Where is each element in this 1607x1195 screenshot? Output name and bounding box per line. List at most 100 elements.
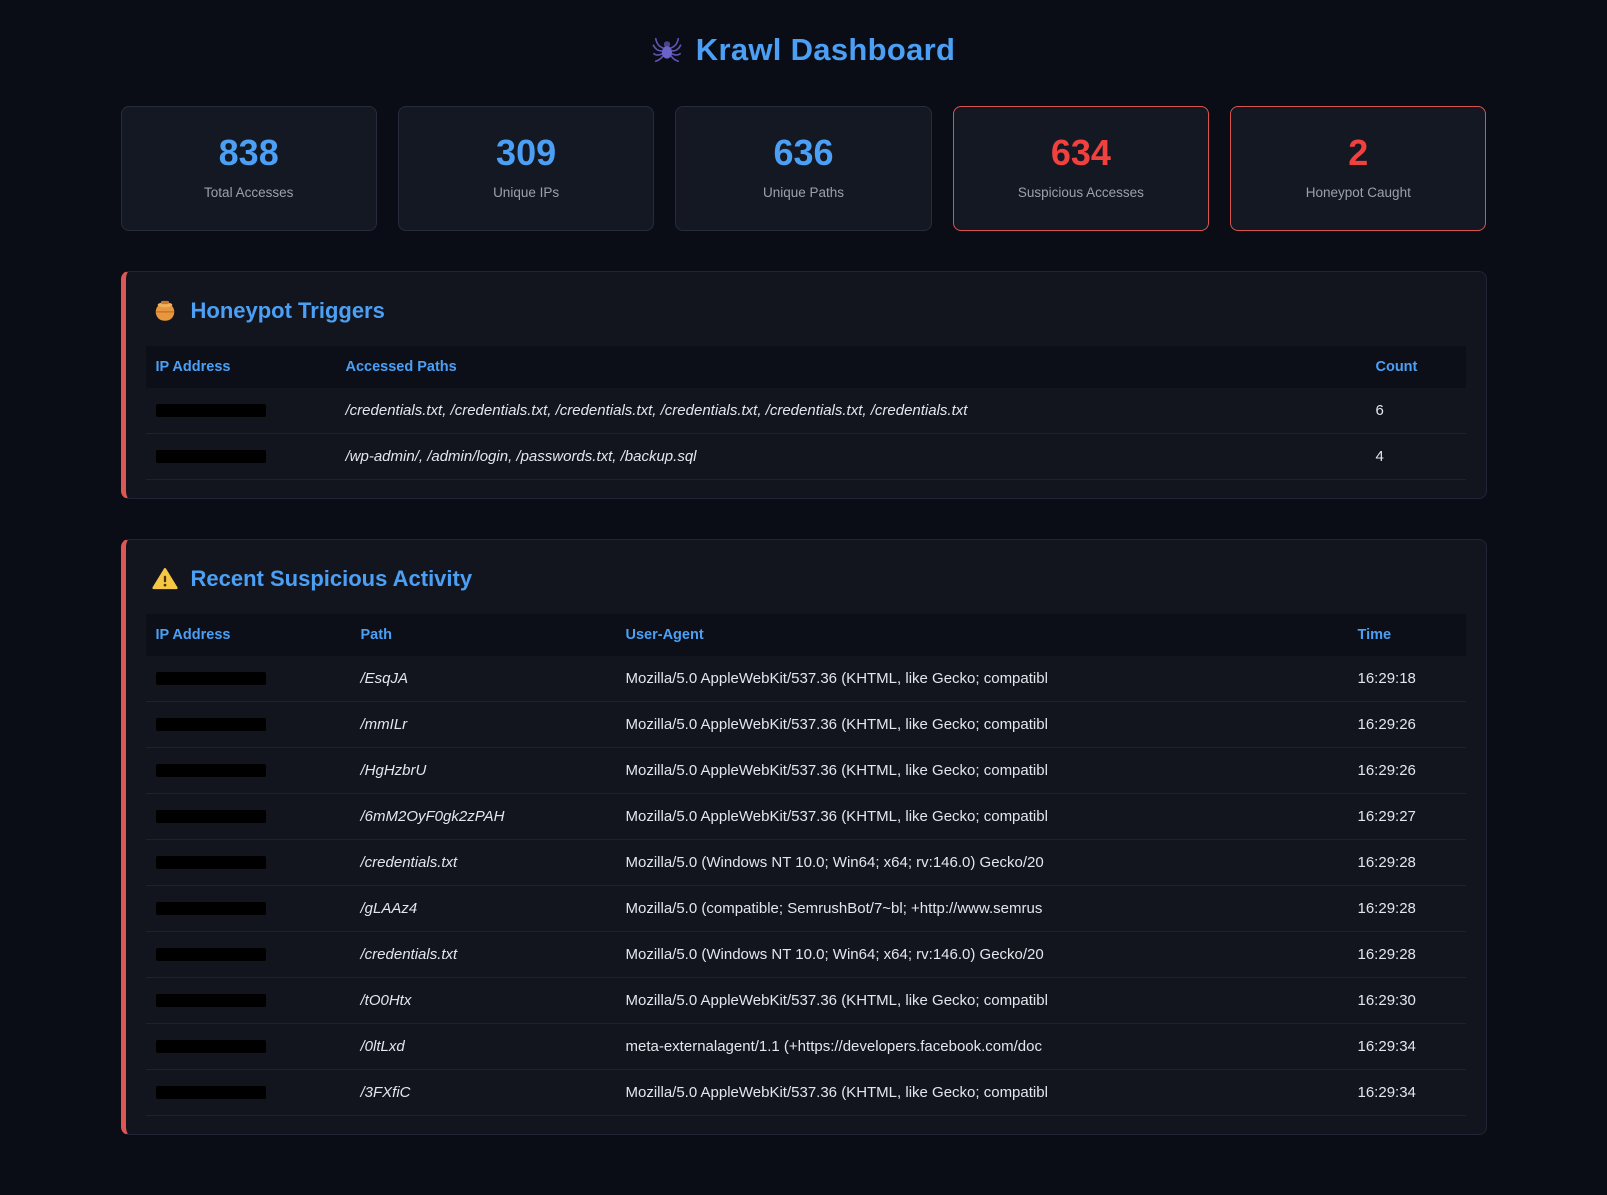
column-header-count: Count — [1366, 346, 1466, 388]
stat-card: 309 Unique IPs — [398, 106, 654, 231]
stat-card: 838 Total Accesses — [121, 106, 377, 231]
user-agent-cell: Mozilla/5.0 (compatible; SemrushBot/7~bl… — [616, 885, 1348, 931]
redacted-ip-bar — [156, 450, 266, 463]
redacted-ip-bar — [156, 994, 266, 1007]
honeypot-table-head: IP Address Accessed Paths Count — [146, 346, 1466, 388]
time-cell: 16:29:27 — [1348, 793, 1466, 839]
user-agent-cell: Mozilla/5.0 AppleWebKit/537.36 (KHTML, l… — [616, 656, 1348, 702]
redacted-ip-bar — [156, 404, 266, 417]
header-row: IP Address Accessed Paths Count — [146, 346, 1466, 388]
ip-cell — [146, 388, 336, 434]
path-cell: /gLAAz4 — [351, 885, 616, 931]
user-agent-cell: Mozilla/5.0 AppleWebKit/537.36 (KHTML, l… — [616, 1069, 1348, 1115]
honeypot-panel-title: Honeypot Triggers — [191, 298, 385, 324]
user-agent-cell: Mozilla/5.0 AppleWebKit/537.36 (KHTML, l… — [616, 747, 1348, 793]
stat-value: 838 — [132, 133, 366, 173]
ip-cell — [146, 656, 351, 702]
header-row: IP Address Path User-Agent Time — [146, 614, 1466, 656]
time-cell: 16:29:28 — [1348, 885, 1466, 931]
suspicious-panel-title: Recent Suspicious Activity — [191, 566, 473, 592]
column-header-user-agent: User-Agent — [616, 614, 1348, 656]
suspicious-activity-row: /mmILr Mozilla/5.0 AppleWebKit/537.36 (K… — [146, 701, 1466, 747]
suspicious-activity-row: /tO0Htx Mozilla/5.0 AppleWebKit/537.36 (… — [146, 977, 1466, 1023]
count-cell: 6 — [1366, 388, 1466, 434]
redacted-ip-bar — [156, 764, 266, 777]
honey-pot-icon — [152, 298, 178, 324]
stat-label: Suspicious Accesses — [964, 185, 1198, 200]
ip-cell — [146, 1023, 351, 1069]
ip-cell — [146, 885, 351, 931]
honeypot-row: /wp-admin/, /admin/login, /passwords.txt… — [146, 433, 1466, 479]
time-cell: 16:29:26 — [1348, 747, 1466, 793]
stat-value: 636 — [686, 133, 920, 173]
count-cell: 4 — [1366, 433, 1466, 479]
stat-label: Total Accesses — [132, 185, 366, 200]
time-cell: 16:29:34 — [1348, 1023, 1466, 1069]
dashboard-container: Krawl Dashboard 838 Total Accesses 309 U… — [121, 0, 1487, 1195]
ip-cell — [146, 977, 351, 1023]
suspicious-activity-table: IP Address Path User-Agent Time /EsqJA M… — [146, 614, 1466, 1116]
ip-cell — [146, 793, 351, 839]
path-cell: /tO0Htx — [351, 977, 616, 1023]
time-cell: 16:29:34 — [1348, 1069, 1466, 1115]
time-cell: 16:29:28 — [1348, 839, 1466, 885]
suspicious-panel-header: Recent Suspicious Activity — [152, 566, 1466, 592]
ip-cell — [146, 931, 351, 977]
column-header-paths: Accessed Paths — [336, 346, 1366, 388]
suspicious-activity-panel: Recent Suspicious Activity IP Address Pa… — [121, 539, 1487, 1135]
accessed-paths-cell: /credentials.txt, /credentials.txt, /cre… — [336, 388, 1366, 434]
stat-card: 636 Unique Paths — [675, 106, 931, 231]
ip-cell — [146, 433, 336, 479]
path-cell: /0ltLxd — [351, 1023, 616, 1069]
suspicious-activity-row: /3FXfiC Mozilla/5.0 AppleWebKit/537.36 (… — [146, 1069, 1466, 1115]
path-cell: /credentials.txt — [351, 839, 616, 885]
time-cell: 16:29:30 — [1348, 977, 1466, 1023]
column-header-path: Path — [351, 614, 616, 656]
path-cell: /HgHzbrU — [351, 747, 616, 793]
path-cell: /mmILr — [351, 701, 616, 747]
ip-cell — [146, 747, 351, 793]
redacted-ip-bar — [156, 856, 266, 869]
ip-cell — [146, 1069, 351, 1115]
path-cell: /credentials.txt — [351, 931, 616, 977]
suspicious-activity-row: /EsqJA Mozilla/5.0 AppleWebKit/537.36 (K… — [146, 656, 1466, 702]
time-cell: 16:29:26 — [1348, 701, 1466, 747]
ip-cell — [146, 701, 351, 747]
stat-label: Honeypot Caught — [1241, 185, 1475, 200]
honeypot-panel-header: Honeypot Triggers — [152, 298, 1466, 324]
stat-card: 634 Suspicious Accesses — [953, 106, 1209, 231]
redacted-ip-bar — [156, 948, 266, 961]
honeypot-row: /credentials.txt, /credentials.txt, /cre… — [146, 388, 1466, 434]
suspicious-activity-row: /0ltLxd meta-externalagent/1.1 (+https:/… — [146, 1023, 1466, 1069]
stat-label: Unique Paths — [686, 185, 920, 200]
user-agent-cell: Mozilla/5.0 AppleWebKit/537.36 (KHTML, l… — [616, 701, 1348, 747]
honeypot-table-body: /credentials.txt, /credentials.txt, /cre… — [146, 388, 1466, 480]
warning-icon — [152, 566, 178, 592]
header: Krawl Dashboard — [121, 32, 1487, 68]
ip-cell — [146, 839, 351, 885]
stat-value: 634 — [964, 133, 1198, 173]
suspicious-activity-row: /credentials.txt Mozilla/5.0 (Windows NT… — [146, 839, 1466, 885]
suspicious-activity-row: /credentials.txt Mozilla/5.0 (Windows NT… — [146, 931, 1466, 977]
honeypot-panel: Honeypot Triggers IP Address Accessed Pa… — [121, 271, 1487, 499]
redacted-ip-bar — [156, 902, 266, 915]
page-title: Krawl Dashboard — [696, 32, 955, 68]
suspicious-activity-row: /HgHzbrU Mozilla/5.0 AppleWebKit/537.36 … — [146, 747, 1466, 793]
stat-label: Unique IPs — [409, 185, 643, 200]
stat-value: 309 — [409, 133, 643, 173]
redacted-ip-bar — [156, 718, 266, 731]
redacted-ip-bar — [156, 810, 266, 823]
user-agent-cell: Mozilla/5.0 (Windows NT 10.0; Win64; x64… — [616, 931, 1348, 977]
suspicious-table-body: /EsqJA Mozilla/5.0 AppleWebKit/537.36 (K… — [146, 656, 1466, 1116]
redacted-ip-bar — [156, 672, 266, 685]
stat-card: 2 Honeypot Caught — [1230, 106, 1486, 231]
accessed-paths-cell: /wp-admin/, /admin/login, /passwords.txt… — [336, 433, 1366, 479]
spider-icon — [652, 35, 682, 65]
suspicious-table-head: IP Address Path User-Agent Time — [146, 614, 1466, 656]
path-cell: /EsqJA — [351, 656, 616, 702]
suspicious-activity-row: /6mM2OyF0gk2zPAH Mozilla/5.0 AppleWebKit… — [146, 793, 1466, 839]
column-header-time: Time — [1348, 614, 1466, 656]
redacted-ip-bar — [156, 1040, 266, 1053]
user-agent-cell: Mozilla/5.0 AppleWebKit/537.36 (KHTML, l… — [616, 793, 1348, 839]
redacted-ip-bar — [156, 1086, 266, 1099]
